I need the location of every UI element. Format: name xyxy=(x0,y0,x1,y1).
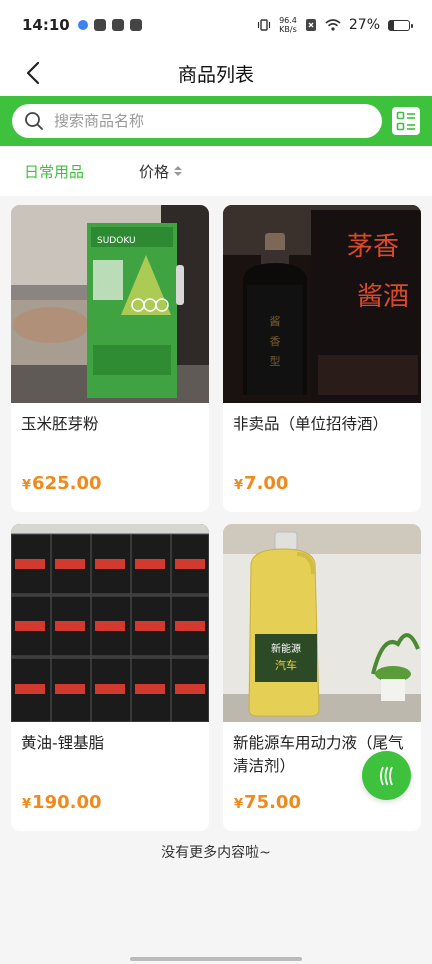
product-name: 非卖品（单位招待酒） xyxy=(233,415,389,433)
battery-icon xyxy=(388,19,413,31)
svg-text:新能源: 新能源 xyxy=(271,642,301,655)
currency-symbol: ¥ xyxy=(234,797,244,812)
svg-text:汽车: 汽车 xyxy=(275,658,297,672)
svg-text:酱酒: 酱酒 xyxy=(357,282,409,312)
list-layout-icon xyxy=(396,111,415,131)
price-value: 625.00 xyxy=(32,473,102,494)
price-value: 75.00 xyxy=(244,792,301,813)
waves-icon xyxy=(379,766,393,785)
product-price: ¥190.00 xyxy=(22,792,102,813)
product-grid: SUDOKU 玉米胚芽粉 ¥625.00 茅香 酱酒 酱 香 型 非卖品（单位招… xyxy=(11,205,421,831)
svg-text:酱: 酱 xyxy=(270,314,281,328)
svg-text:SUDOKU: SUDOKU xyxy=(97,236,136,246)
page-title: 商品列表 xyxy=(177,63,254,86)
product-image: SUDOKU xyxy=(11,205,209,403)
currency-symbol: ¥ xyxy=(22,478,32,493)
tab-daily-goods[interactable]: 日常用品 xyxy=(24,161,84,182)
status-time: 14:10 xyxy=(22,16,70,34)
home-indicator[interactable] xyxy=(130,957,302,961)
status-right: 96.4 KB/s 27% xyxy=(257,16,413,34)
product-price: ¥7.00 xyxy=(234,473,288,494)
search-band xyxy=(0,96,432,146)
sort-arrows-icon xyxy=(174,166,183,176)
notification-icon xyxy=(77,20,88,30)
sim-off-icon xyxy=(305,19,316,31)
filter-bar: 日常用品 价格 xyxy=(0,146,432,196)
net-speed-value: 96.4 xyxy=(279,16,297,25)
product-price: ¥75.00 xyxy=(234,792,301,813)
search-box[interactable] xyxy=(12,104,382,138)
search-icon xyxy=(25,112,43,130)
price-value: 7.00 xyxy=(244,473,289,494)
svg-text:香: 香 xyxy=(270,335,281,348)
product-image: 茅香 酱酒 酱 香 型 xyxy=(223,205,421,403)
price-value: 190.00 xyxy=(32,792,102,813)
floating-action-button[interactable] xyxy=(362,751,411,800)
tiktok-icon xyxy=(111,19,124,31)
product-card[interactable]: SUDOKU 玉米胚芽粉 ¥625.00 xyxy=(11,205,209,512)
product-price: ¥625.00 xyxy=(22,473,102,494)
tab-price-sort[interactable]: 价格 xyxy=(139,161,183,182)
svg-text:型: 型 xyxy=(270,354,281,368)
product-image xyxy=(11,524,209,722)
tab-price-label: 价格 xyxy=(139,162,170,181)
nav-bar: 商品列表 xyxy=(0,50,432,96)
product-image: 新能源 汽车 xyxy=(223,524,421,722)
search-input[interactable] xyxy=(54,112,354,130)
app-notification-icon xyxy=(129,19,142,31)
net-speed-unit: KB/s xyxy=(279,25,297,34)
svg-text:茅香: 茅香 xyxy=(347,232,399,262)
network-speed: 96.4 KB/s xyxy=(279,16,297,34)
status-bar: 14:10 96.4 KB/s 27% xyxy=(0,0,432,50)
notification-icons xyxy=(77,19,142,31)
product-name: 玉米胚芽粉 xyxy=(21,415,99,433)
chevron-left-icon xyxy=(26,61,40,85)
no-more-content-text: 没有更多内容啦~ xyxy=(161,845,271,861)
back-button[interactable] xyxy=(18,58,48,88)
currency-symbol: ¥ xyxy=(234,478,244,493)
product-card[interactable]: 茅香 酱酒 酱 香 型 非卖品（单位招待酒） ¥7.00 xyxy=(223,205,421,512)
product-card[interactable]: 黄油-锂基脂 ¥190.00 xyxy=(11,524,209,831)
currency-symbol: ¥ xyxy=(22,797,32,812)
wifi-icon xyxy=(325,19,341,31)
vibrate-icon xyxy=(257,19,271,31)
product-name: 黄油-锂基脂 xyxy=(21,734,105,752)
app-notification-icon xyxy=(93,19,106,31)
battery-percent: 27% xyxy=(348,17,380,33)
layout-toggle-button[interactable] xyxy=(392,107,420,135)
